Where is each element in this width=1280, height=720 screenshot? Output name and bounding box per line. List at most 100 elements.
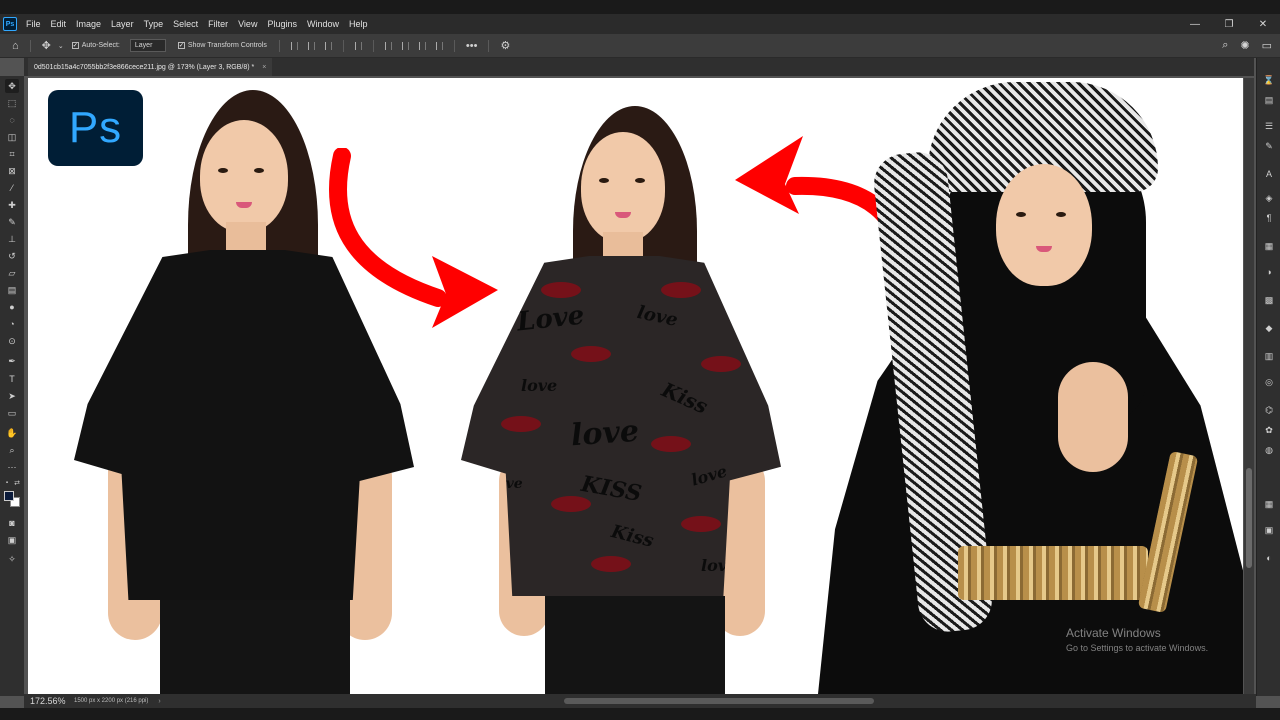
align-left-icon[interactable]: [290, 41, 298, 50]
document-info[interactable]: 1500 px x 2200 px (216 ppi): [74, 698, 148, 704]
scrollbar-thumb[interactable]: [1246, 468, 1252, 568]
divider: [342, 39, 344, 52]
align-right-icon[interactable]: [324, 41, 332, 50]
patterns-icon[interactable]: ▦: [1263, 498, 1275, 510]
layers-icon[interactable]: ◆: [1263, 322, 1275, 334]
distribute-icon[interactable]: [354, 41, 362, 50]
brush-settings-icon[interactable]: ✎: [1263, 140, 1275, 152]
hand-icon[interactable]: ✋: [5, 426, 19, 440]
menu-select[interactable]: Select: [168, 19, 203, 29]
menu-type[interactable]: Type: [139, 19, 169, 29]
menu-plugins[interactable]: Plugins: [262, 19, 302, 29]
menu-help[interactable]: Help: [344, 19, 373, 29]
status-arrow-icon[interactable]: ›: [158, 698, 160, 705]
properties-icon[interactable]: ✿: [1263, 424, 1275, 436]
zoom-level[interactable]: 172.56%: [24, 696, 70, 706]
marquee-icon[interactable]: ⬚: [5, 96, 19, 110]
auto-select-checkbox[interactable]: ✓ Auto-Select:: [71, 42, 120, 49]
glyphs-icon[interactable]: ◈: [1263, 192, 1275, 204]
healing-brush-icon[interactable]: ✚: [5, 198, 19, 212]
type-icon[interactable]: T: [5, 372, 19, 386]
menu-edit[interactable]: Edit: [46, 19, 72, 29]
foreground-color-swatch[interactable]: [4, 491, 14, 501]
document-tab[interactable]: 0d501cb15a4c7055bb2f3e866cece211.jpg @ 1…: [28, 58, 273, 76]
search-icon[interactable]: ⌕: [1222, 39, 1228, 52]
document-canvas[interactable]: Ps Love love Kiss love love KISS love lo…: [28, 78, 1243, 694]
bottom-strip: [0, 708, 1280, 720]
show-transform-checkbox[interactable]: ✓ Show Transform Controls: [177, 42, 267, 49]
distribute-vertical-icon[interactable]: [435, 41, 443, 50]
gradient-icon[interactable]: ▤: [5, 283, 19, 297]
chevron-down-icon[interactable]: ⌄: [58, 42, 64, 50]
zoom-icon[interactable]: ⌕: [5, 443, 19, 457]
pen-icon[interactable]: ✒: [5, 354, 19, 368]
workspace-icon[interactable]: ▭: [1262, 39, 1272, 52]
photoshop-window: Ps File Edit Image Layer Type Select Fil…: [0, 0, 1280, 720]
swatches-icon[interactable]: ▩: [1263, 294, 1275, 306]
document-tab-title: 0d501cb15a4c7055bb2f3e866cece211.jpg @ 1…: [34, 63, 255, 71]
brush-icon[interactable]: ✎: [5, 215, 19, 229]
move-icon[interactable]: ✥: [5, 79, 19, 93]
layer-dropdown[interactable]: Layer: [129, 39, 166, 52]
path-select-icon[interactable]: ➤: [5, 389, 19, 403]
gradients-icon[interactable]: ▥: [1263, 350, 1275, 362]
divider: [453, 39, 455, 52]
more-options-icon[interactable]: •••: [466, 40, 478, 52]
quick-mask-icon[interactable]: ◙: [5, 516, 19, 530]
channels-icon[interactable]: ◎: [1263, 376, 1275, 388]
eraser-icon[interactable]: ▱: [5, 266, 19, 280]
paths-icon[interactable]: ⌬: [1263, 404, 1275, 416]
align-middle-icon[interactable]: [401, 41, 409, 50]
styles-icon[interactable]: ◍: [1263, 444, 1275, 456]
edit-toolbar-icon[interactable]: ✧: [5, 552, 19, 566]
activate-windows-watermark: Activate Windows Go to Settings to activ…: [1066, 626, 1208, 653]
align-bottom-icon[interactable]: [418, 41, 426, 50]
character-icon[interactable]: A: [1263, 168, 1275, 180]
info-icon[interactable]: ◐: [1263, 552, 1275, 564]
horizontal-scrollbar-thumb[interactable]: [564, 698, 874, 704]
restore-button[interactable]: ❐: [1212, 14, 1246, 34]
move-tool-icon[interactable]: ✥: [42, 39, 51, 52]
screen-mode-icon[interactable]: ▣: [5, 533, 19, 547]
clone-stamp-icon[interactable]: ⊥: [5, 232, 19, 246]
home-icon[interactable]: ⌂: [12, 40, 19, 52]
menu-window[interactable]: Window: [302, 19, 344, 29]
align-center-icon[interactable]: [307, 41, 315, 50]
vertical-scrollbar[interactable]: [1244, 78, 1254, 694]
menu-filter[interactable]: Filter: [203, 19, 233, 29]
paragraph-icon[interactable]: ¶: [1263, 212, 1275, 224]
align-top-icon[interactable]: [384, 41, 392, 50]
more-tools-icon[interactable]: ⋯: [5, 460, 19, 474]
eyedropper-icon[interactable]: ⁄: [5, 181, 19, 195]
options-right: ⌕ ✺ ▭: [1210, 39, 1272, 52]
object-select-icon[interactable]: ◫: [5, 130, 19, 144]
blur-icon[interactable]: ●: [5, 300, 19, 314]
crop-icon[interactable]: ⌗: [5, 147, 19, 161]
photoshop-app-icon[interactable]: Ps: [3, 17, 17, 31]
discover-icon[interactable]: ✺: [1240, 39, 1249, 52]
minimize-button[interactable]: —: [1178, 14, 1212, 34]
frame-icon[interactable]: ⊠: [5, 164, 19, 178]
divider: [278, 39, 280, 52]
gear-icon[interactable]: ⚙: [500, 39, 510, 52]
menu-image[interactable]: Image: [71, 19, 106, 29]
menu-layer[interactable]: Layer: [106, 19, 139, 29]
adjustments-icon[interactable]: ☰: [1263, 120, 1275, 132]
close-window-button[interactable]: ✕: [1246, 14, 1280, 34]
watermark-subtitle: Go to Settings to activate Windows.: [1066, 643, 1209, 653]
sponge-icon[interactable]: ⊙: [5, 334, 19, 348]
libraries-icon[interactable]: ▦: [1263, 240, 1275, 252]
comments-icon[interactable]: ▤: [1263, 94, 1275, 106]
dodge-icon[interactable]: ◔: [5, 317, 19, 331]
history-brush-icon[interactable]: ↺: [5, 249, 19, 263]
lasso-icon[interactable]: ◌: [5, 113, 19, 127]
rectangle-icon[interactable]: ▭: [5, 406, 19, 420]
color-icon[interactable]: ◑: [1263, 266, 1275, 278]
swap-colors-icon[interactable]: ⇄: [12, 476, 22, 490]
menu-file[interactable]: File: [21, 19, 46, 29]
default-colors-icon[interactable]: ▪: [2, 476, 12, 490]
history-icon[interactable]: ⌛: [1263, 74, 1275, 86]
close-tab-icon[interactable]: ×: [262, 64, 266, 71]
navigator-icon[interactable]: ▣: [1263, 524, 1275, 536]
menu-view[interactable]: View: [233, 19, 262, 29]
